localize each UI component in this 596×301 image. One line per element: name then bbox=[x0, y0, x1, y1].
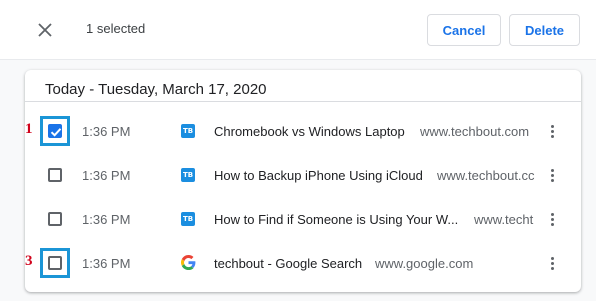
page-domain: www.techbout.com bbox=[420, 124, 530, 139]
page-domain: www.techt bbox=[474, 212, 534, 227]
more-actions-icon[interactable] bbox=[542, 165, 562, 185]
page-title-link[interactable]: techbout - Google Search bbox=[214, 256, 362, 271]
visit-time: 1:36 PM bbox=[82, 212, 131, 227]
page-domain: www.google.com bbox=[375, 256, 474, 271]
date-heading: Today - Tuesday, March 17, 2020 bbox=[45, 81, 267, 98]
history-row[interactable]: 1:36 PM TB How to Find if Someone is Usi… bbox=[25, 197, 581, 241]
visit-time: 1:36 PM bbox=[82, 256, 131, 271]
history-row[interactable]: 3 1:36 PM techbout - Google Search www.g… bbox=[25, 241, 581, 285]
step-marker: 3 bbox=[25, 253, 33, 269]
google-g-icon bbox=[181, 255, 196, 270]
page-domain: www.techbout.cc bbox=[437, 168, 535, 183]
row-checkbox[interactable] bbox=[48, 256, 62, 270]
checkmark-icon bbox=[50, 128, 62, 137]
row-checkbox[interactable] bbox=[48, 212, 62, 226]
row-checkbox[interactable] bbox=[48, 168, 62, 182]
techbout-favicon-icon: TB bbox=[181, 168, 195, 182]
techbout-favicon-icon: TB bbox=[181, 124, 195, 138]
visit-time: 1:36 PM bbox=[82, 124, 131, 139]
more-actions-icon[interactable] bbox=[542, 209, 562, 229]
step-marker: 1 bbox=[25, 121, 33, 137]
cancel-button[interactable]: Cancel bbox=[427, 14, 501, 46]
date-header: Today - Tuesday, March 17, 2020 bbox=[25, 70, 581, 102]
history-row[interactable]: 1:36 PM TB How to Backup iPhone Using iC… bbox=[25, 153, 581, 197]
techbout-favicon-icon: TB bbox=[181, 212, 195, 226]
history-row[interactable]: 1 1:36 PM TB Chromebook vs Windows Lapto… bbox=[25, 109, 581, 153]
close-icon[interactable] bbox=[33, 18, 57, 42]
history-card: Today - Tuesday, March 17, 2020 1 1:36 P… bbox=[25, 70, 581, 292]
page-title-link[interactable]: Chromebook vs Windows Laptop bbox=[214, 124, 405, 139]
page-title-link[interactable]: How to Backup iPhone Using iCloud bbox=[214, 168, 423, 183]
page-title-link[interactable]: How to Find if Someone is Using Your W..… bbox=[214, 212, 458, 227]
more-actions-icon[interactable] bbox=[542, 253, 562, 273]
visit-time: 1:36 PM bbox=[82, 168, 131, 183]
more-actions-icon[interactable] bbox=[542, 121, 562, 141]
selected-count: 1 selected bbox=[86, 21, 146, 36]
selection-toolbar: 1 selected Cancel Delete bbox=[0, 0, 596, 60]
row-checkbox[interactable] bbox=[48, 124, 62, 138]
delete-button[interactable]: Delete bbox=[509, 14, 580, 46]
